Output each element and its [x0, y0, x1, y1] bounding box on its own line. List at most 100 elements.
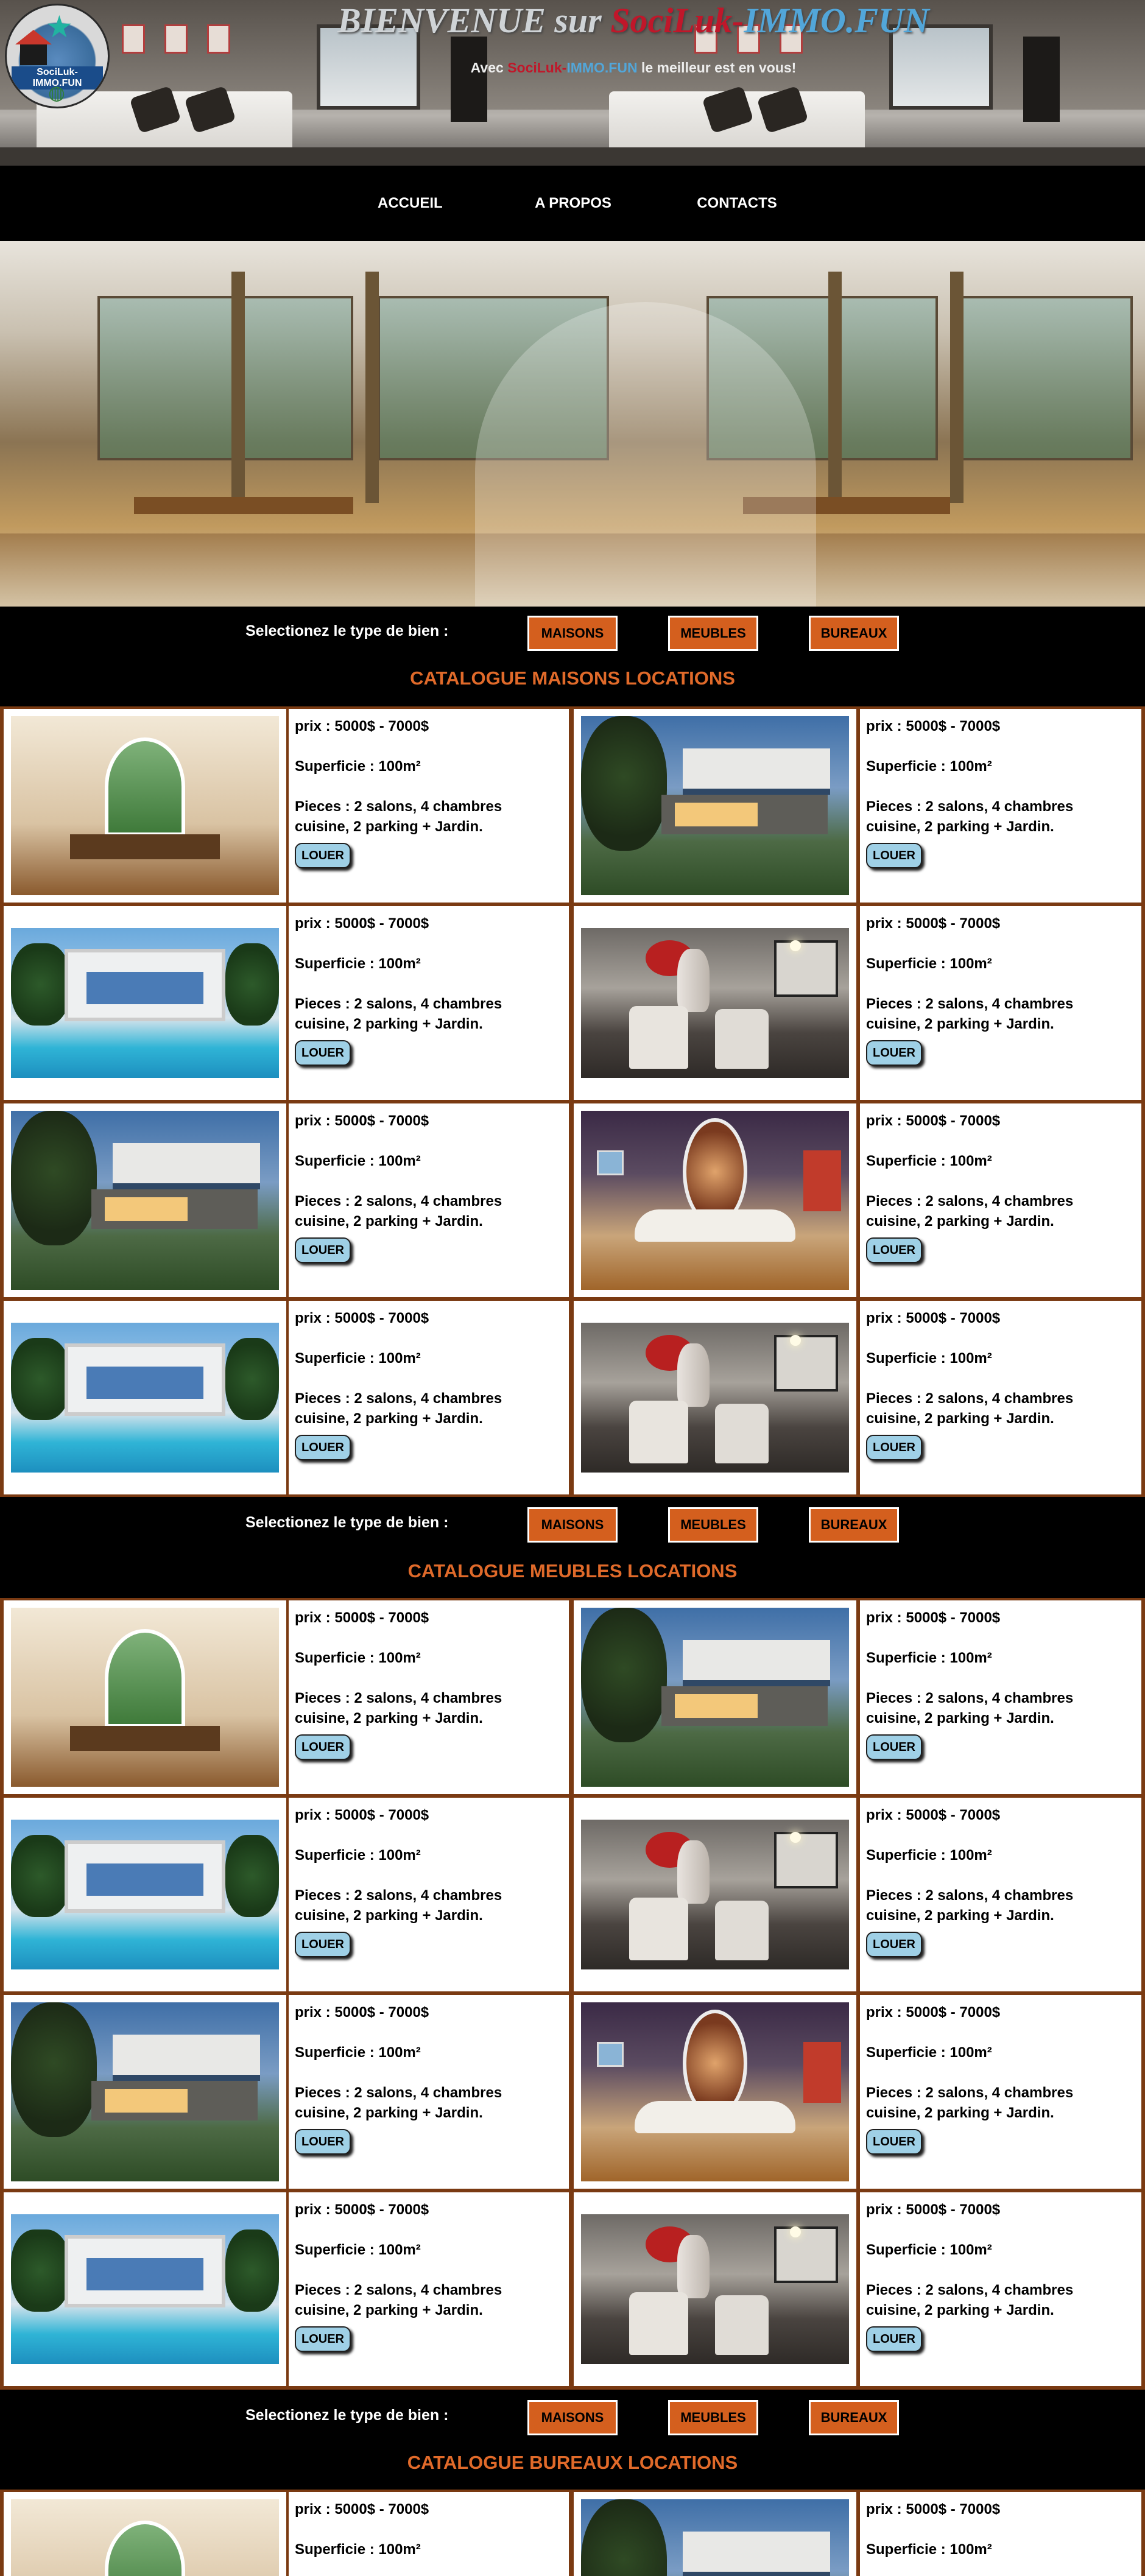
listing-photo[interactable]	[581, 2499, 849, 2576]
listing-rooms: Pieces : 2 salons, 4 chambres	[295, 1887, 502, 1904]
listing-rooms-detail: cuisine, 2 parking + Jardin.	[295, 1907, 483, 1924]
listing-photo[interactable]	[581, 1323, 849, 1473]
louer-button[interactable]: LOUER	[295, 1040, 351, 1066]
type-selector-1: Selectionez le type de bien : MAISONS ME…	[0, 607, 1145, 660]
listing-photo-card	[4, 2492, 286, 2576]
catalog-grid-meubles: prix : 5000$ - 7000$ Superficie : 100m² Pi…	[0, 1598, 1145, 2390]
listing-area: Superficie : 100m²	[295, 2044, 421, 2061]
louer-button[interactable]: LOUER	[866, 2129, 922, 2155]
louer-button[interactable]: LOUER	[866, 1040, 922, 1066]
listing-price: prix : 5000$ - 7000$	[866, 1113, 1001, 1129]
listing-photo[interactable]	[581, 928, 849, 1078]
listing-rooms: Pieces : 2 salons, 4 chambres	[866, 2282, 1074, 2298]
title-brand-blue: IMMO.FUN	[744, 1, 929, 40]
louer-button[interactable]: LOUER	[295, 2129, 351, 2155]
listing-rooms: Pieces : 2 salons, 4 chambres	[295, 2282, 502, 2298]
listing-details-card: prix : 5000$ - 7000$Superficie : 100m²Pi…	[289, 1301, 569, 1494]
listing-photo[interactable]	[11, 2214, 279, 2364]
listing-photo[interactable]	[11, 928, 279, 1078]
listing-photo[interactable]	[581, 2002, 849, 2181]
maisons-button[interactable]: MAISONS	[527, 1507, 618, 1543]
listing-photo[interactable]	[581, 716, 849, 895]
maisons-button[interactable]: MAISONS	[527, 616, 618, 651]
louer-button[interactable]: LOUER	[295, 1734, 351, 1760]
listing-price: prix : 5000$ - 7000$	[866, 1310, 1001, 1326]
listing-rooms-detail: cuisine, 2 parking + Jardin.	[866, 1710, 1054, 1726]
listing-area: Superficie : 100m²	[866, 955, 992, 972]
meubles-button[interactable]: MEUBLES	[668, 1507, 758, 1543]
listing-price: prix : 5000$ - 7000$	[295, 1113, 429, 1129]
bureaux-button[interactable]: BUREAUX	[809, 616, 899, 651]
listing-details-card: prix : 5000$ - 7000$Superficie : 100m²Pi…	[289, 1600, 569, 1794]
louer-button[interactable]: LOUER	[866, 843, 922, 868]
louer-button[interactable]: LOUER	[295, 1932, 351, 1957]
listing-photo[interactable]	[581, 2214, 849, 2364]
listing-details-card: prix : 5000$ - 7000$Superficie : 100m²Pi…	[860, 1798, 1141, 1991]
listing-price: prix : 5000$ - 7000$	[866, 2004, 1001, 2021]
louer-button[interactable]: LOUER	[866, 1435, 922, 1460]
listing-photo-card	[4, 2192, 286, 2386]
listing-photo[interactable]	[11, 2002, 279, 2181]
louer-button[interactable]: LOUER	[866, 1734, 922, 1760]
listing-photo[interactable]	[11, 1323, 279, 1473]
listing-details-card: prix : 5000$ - 7000$Superficie : 100m²Pi…	[289, 1103, 569, 1297]
louer-button[interactable]: LOUER	[866, 1932, 922, 1957]
listing-details-card: prix : 5000$ - 7000$Superficie : 100m²Pi…	[860, 2492, 1141, 2576]
listing-photo-card	[4, 709, 286, 903]
bureaux-button[interactable]: BUREAUX	[809, 2400, 899, 2435]
listing-area: Superficie : 100m²	[295, 1650, 421, 1666]
listing-photo-card	[574, 2192, 856, 2386]
selector-label: Selectionez le type de bien :	[245, 2407, 449, 2424]
maisons-button[interactable]: MAISONS	[527, 2400, 618, 2435]
listing-price: prix : 5000$ - 7000$	[866, 915, 1001, 932]
listing-photo[interactable]	[581, 1111, 849, 1290]
listing-area: Superficie : 100m²	[866, 1650, 992, 1666]
listing-rooms-detail: cuisine, 2 parking + Jardin.	[866, 1213, 1054, 1230]
listing-rooms: Pieces : 2 salons, 4 chambres	[866, 1887, 1074, 1904]
listing-details-card: prix : 5000$ - 7000$ Superficie : 100m² Pi…	[860, 1103, 1141, 1297]
listing-rooms-detail: cuisine, 2 parking + Jardin.	[866, 2105, 1054, 2121]
listing-photo[interactable]	[11, 2499, 279, 2576]
listing-photo[interactable]	[581, 1608, 849, 1787]
listing-photo-card	[4, 1798, 286, 1991]
louer-button[interactable]: LOUER	[295, 2326, 351, 2352]
listing-photo[interactable]	[581, 1820, 849, 1969]
listing-photo[interactable]	[11, 1820, 279, 1969]
listing-rooms-detail: cuisine, 2 parking + Jardin.	[866, 2302, 1054, 2318]
listing-rooms: Pieces : 2 salons, 4 chambres	[866, 996, 1074, 1012]
listing-photo[interactable]	[11, 1111, 279, 1290]
listing-photo[interactable]	[11, 1608, 279, 1787]
listing-price: prix : 5000$ - 7000$	[295, 2201, 429, 2218]
nav-a-propos[interactable]: A PROPOS	[534, 192, 613, 214]
listing-photo-card	[574, 1600, 856, 1794]
nav-accueil[interactable]: ACCUEIL	[378, 192, 443, 214]
listing-details-card: prix : 5000$ - 7000$Superficie : 100m²Pi…	[289, 1995, 569, 2189]
nav-contacts[interactable]: CONTACTS	[694, 192, 780, 214]
louer-button[interactable]: LOUER	[295, 1435, 351, 1460]
louer-button[interactable]: LOUER	[866, 1237, 922, 1263]
listing-price: prix : 5000$ - 7000$	[295, 915, 429, 932]
listing-photo[interactable]	[11, 716, 279, 895]
listing-price: prix : 5000$ - 7000$	[295, 2501, 429, 2518]
louer-button[interactable]: LOUER	[866, 2326, 922, 2352]
meubles-button[interactable]: MEUBLES	[668, 2400, 758, 2435]
listing-area: Superficie : 100m²	[866, 1153, 992, 1169]
listing-rooms-detail: cuisine, 2 parking + Jardin.	[295, 1410, 483, 1427]
listing-rooms-detail: cuisine, 2 parking + Jardin.	[295, 2105, 483, 2121]
listing-area: Superficie : 100m²	[295, 1153, 421, 1169]
bureaux-button[interactable]: BUREAUX	[809, 1507, 899, 1543]
louer-button[interactable]: LOUER	[295, 1237, 351, 1263]
listing-rooms: Pieces : 2 salons, 4 chambres	[295, 996, 502, 1012]
hero-banner-image	[0, 241, 1145, 607]
listing-rooms: Pieces : 2 salons, 4 chambres	[866, 1690, 1074, 1706]
listing-rooms: Pieces : 2 salons, 4 chambres	[866, 1193, 1074, 1209]
louer-button[interactable]: LOUER	[295, 843, 351, 868]
listing-price: prix : 5000$ - 7000$	[295, 718, 429, 734]
site-logo[interactable]: ★ SociLuk-IMMO.FUN ◍	[5, 4, 110, 108]
listing-photo-card	[4, 1995, 286, 2189]
listing-rooms: Pieces : 2 salons, 4 chambres	[866, 2085, 1074, 2101]
meubles-button[interactable]: MEUBLES	[668, 616, 758, 651]
listing-price: prix : 5000$ - 7000$	[295, 1610, 429, 1626]
listing-details-card: prix : 5000$ - 7000$Superficie : 100m²Pi…	[289, 2192, 569, 2386]
listing-rooms: Pieces : 2 salons, 4 chambres	[295, 798, 502, 815]
